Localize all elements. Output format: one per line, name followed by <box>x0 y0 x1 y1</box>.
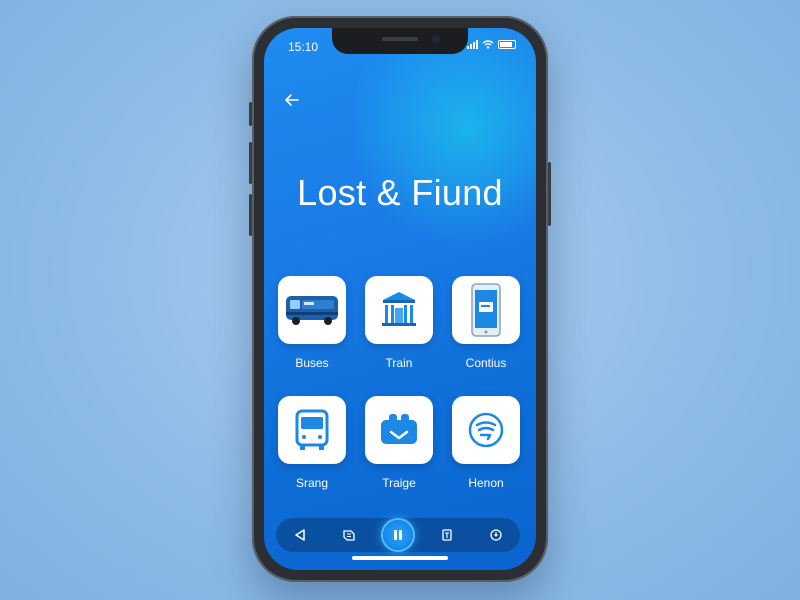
home-indicator[interactable] <box>352 556 448 560</box>
category-tile-srang[interactable]: Srang <box>278 396 346 490</box>
category-tile-henon[interactable]: Henon <box>452 396 520 490</box>
category-icon-box <box>452 396 520 464</box>
category-icon-box <box>452 276 520 344</box>
category-icon-box <box>365 276 433 344</box>
ticket-icon <box>343 530 355 541</box>
location-icon <box>489 529 502 541</box>
category-tile-traige[interactable]: Traige <box>365 396 433 490</box>
nav-back-button[interactable] <box>285 520 315 550</box>
front-camera <box>432 35 440 43</box>
signal-icon <box>467 40 478 49</box>
battery-icon <box>498 40 516 49</box>
category-label: Contius <box>465 356 507 370</box>
bus-front-icon <box>295 409 329 450</box>
status-time: 15:10 <box>288 40 319 54</box>
category-icon-box <box>278 396 346 464</box>
station-icon <box>382 292 416 326</box>
status-icons <box>467 40 516 49</box>
phone-frame: 15:10 Lost & Fiund Buses Train Contius S… <box>249 16 551 582</box>
page-title: Lost & Fiund <box>297 172 503 214</box>
notch <box>332 28 468 54</box>
volume-down-button <box>249 194 252 236</box>
pause-nav-circle <box>382 520 413 550</box>
category-tile-train[interactable]: Train <box>365 276 433 370</box>
power-button <box>548 162 551 226</box>
arrow-left-icon <box>285 94 299 106</box>
side-button <box>249 102 252 126</box>
category-label: Train <box>385 356 413 370</box>
nav-location-button[interactable] <box>481 520 511 550</box>
category-tile-contius[interactable]: Contius <box>452 276 520 370</box>
pause-icon <box>393 530 402 540</box>
nav-card-button[interactable] <box>432 520 462 550</box>
category-label: Henon <box>468 476 504 490</box>
category-icon-box <box>365 396 433 464</box>
wifi-badge-icon <box>468 412 504 448</box>
card-icon <box>442 529 452 541</box>
category-label: Srang <box>295 476 329 490</box>
category-label: Buses <box>295 356 329 370</box>
wifi-icon <box>482 40 494 49</box>
category-label: Traige <box>382 476 416 490</box>
category-grid: Buses Train Contius Srang Traige Henon <box>278 276 522 490</box>
phone-icon <box>471 283 501 337</box>
back-button[interactable] <box>280 88 304 112</box>
volume-up-button <box>249 142 252 184</box>
category-icon-box <box>278 276 346 344</box>
phone-screen: 15:10 Lost & Fiund Buses Train Contius S… <box>264 28 536 570</box>
triangle-back-icon <box>295 529 306 541</box>
bus-icon <box>286 296 338 325</box>
speaker <box>382 37 418 41</box>
category-tile-buses[interactable]: Buses <box>278 276 346 370</box>
nav-main-button[interactable] <box>382 520 413 550</box>
nav-tickets-button[interactable] <box>334 520 364 550</box>
bottom-nav-bar <box>276 518 520 552</box>
luggage-icon <box>381 414 417 444</box>
